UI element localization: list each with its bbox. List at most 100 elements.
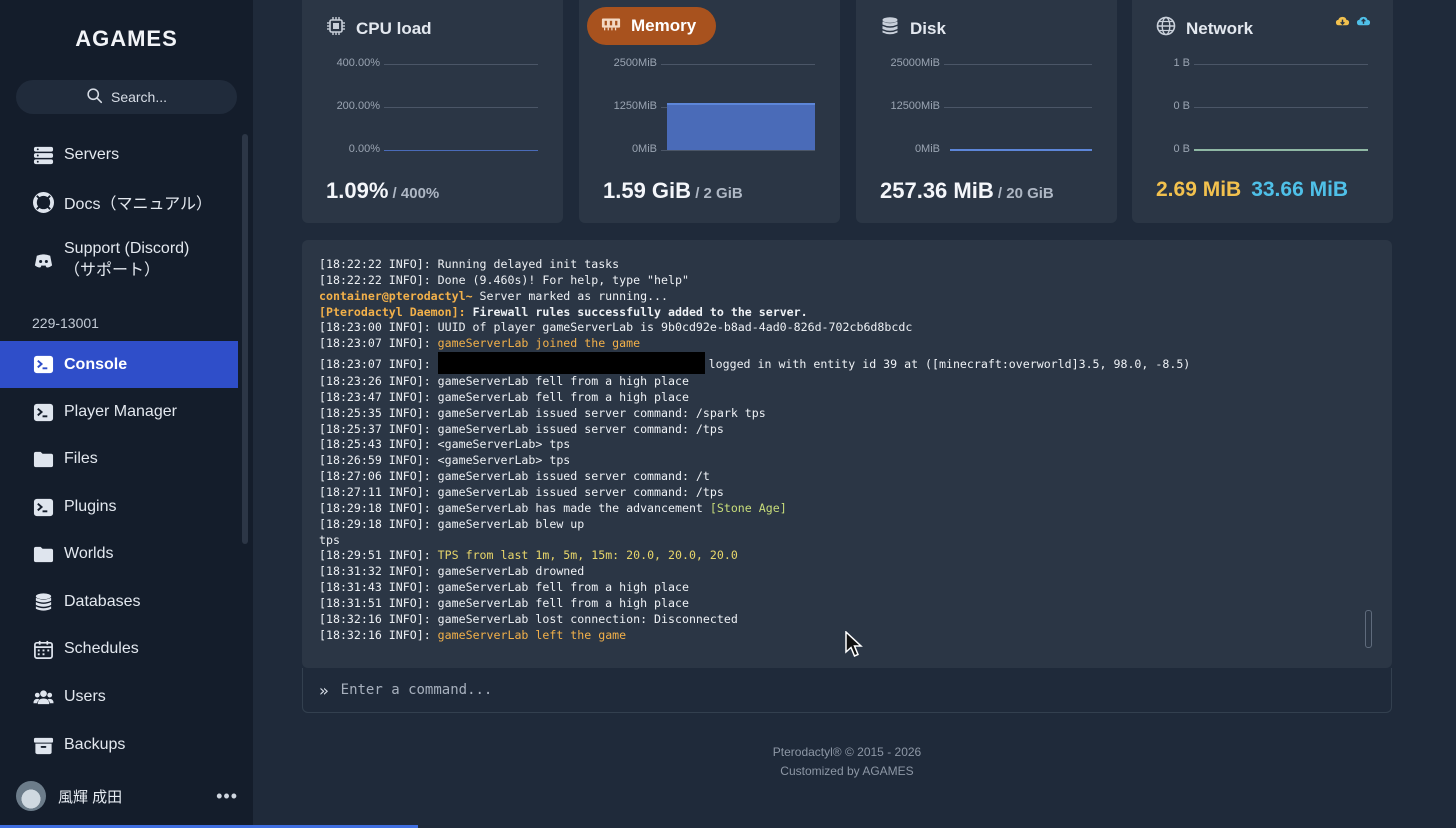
disk-limit: / 20 GiB [993,185,1054,202]
cpu-limit: / 400% [388,185,440,202]
network-card-header: Network [1156,16,1253,41]
sidebar: AGAMES Search... Servers Docs（マニュアル） Sup… [0,0,418,828]
footer-customized: Customized by AGAMES [780,764,914,778]
grid-line [661,150,815,151]
disk-current: 257.36 MiB [880,178,994,203]
tick-label: 0MiB [631,143,657,155]
sidebar-item-console[interactable]: Console [0,341,238,388]
footer-copyright[interactable]: Pterodactyl® © 2015 - 2026 [302,745,1392,759]
cpu-card[interactable]: CPU load 400.00% 200.00% 0.00% 1.09% / 4… [302,0,563,223]
console-line: container@pterodactyl~ Server marked as … [319,289,1352,305]
console-text: gameServerLab joined the game [437,336,641,351]
console-text: [18:25:35 INFO]: gameServerLab issued se… [319,405,766,420]
console-output[interactable]: [18:22:22 INFO]: Running delayed init ta… [302,240,1392,668]
console-line: [18:22:22 INFO]: Done (9.460s)! For help… [319,273,1352,289]
tick-label: 400.00% [336,57,380,69]
chip-icon [326,16,346,41]
usage-line [384,150,538,151]
console-line: [18:32:16 INFO]: gameServerLab lost conn… [319,612,1352,628]
terminal-icon [32,401,54,423]
disk-card[interactable]: Disk 25000MiB 12500MiB 0MiB 257.36 MiB /… [856,0,1117,223]
console-text: gameServerLab left the game [437,627,627,642]
console-text: [18:31:43 INFO]: gameServerLab fell from… [319,580,689,595]
grid-line [384,64,538,65]
sidebar-item-label: Databases [64,593,141,610]
memory-usage-area [667,103,815,150]
console-text: [18:23:07 INFO]: [319,336,438,351]
globe-icon [1156,16,1176,41]
console-line: [18:31:32 INFO]: gameServerLab drowned [319,564,1352,580]
sidebar-item-label: Files [64,450,98,467]
search-label: Search... [110,89,168,105]
console-text: Server marked as running... [472,288,669,303]
network-legend [1335,14,1371,34]
console-text: [18:29:51 INFO]: [319,548,438,563]
command-bar: » [302,668,1392,713]
sidebar-item-files[interactable]: Files [0,447,238,471]
console-line: [18:25:35 INFO]: gameServerLab issued se… [319,406,1352,422]
sidebar-item-users[interactable]: Users [0,685,238,709]
console-line: [18:32:16 INFO]: gameServerLab left the … [319,628,1352,644]
grid-line [1194,64,1368,65]
network-card[interactable]: Network 1 B 0 B 0 B 2.69 MiB 33.66 MiB [1132,0,1393,223]
console-line: [18:27:06 INFO]: gameServerLab issued se… [319,469,1352,485]
user-menu-button[interactable]: ••• [216,786,238,807]
sidebar-item-label: Users [64,688,106,705]
folder-icon [32,448,54,470]
users-icon [32,686,54,708]
console-text: container@pterodactyl~ [319,288,473,303]
console-line: [18:23:26 INFO]: gameServerLab fell from… [319,374,1352,390]
user-profile[interactable]: 風輝 成田 ••• [16,780,238,812]
card-title: Network [1186,18,1254,38]
command-input[interactable] [340,682,1241,698]
sidebar-item-databases[interactable]: Databases [0,590,238,614]
console-text: [18:26:59 INFO]: <gameServerLab> tps [319,453,571,468]
console-line: [18:27:11 INFO]: gameServerLab issued se… [319,485,1352,501]
console-text: [18:31:51 INFO]: gameServerLab fell from… [319,595,689,610]
tick-label: 1 B [1173,57,1190,69]
console-text: [18:27:11 INFO]: gameServerLab issued se… [319,484,724,499]
cpu-card-header: CPU load [326,16,432,41]
tick-label: 2500MiB [613,57,657,69]
search-button[interactable]: Search... [16,80,237,114]
console-text: [18:29:18 INFO]: gameServerLab has made … [319,500,710,515]
console-text: [Stone Age] [709,500,787,515]
discord-icon [32,250,54,272]
database-icon [880,16,900,41]
sidebar-item-worlds[interactable]: Worlds [0,542,238,566]
console-text: [18:25:37 INFO]: gameServerLab issued se… [319,421,724,436]
memory-card-header[interactable]: Memory [587,7,717,45]
memory-card[interactable]: Memory 2500MiB 1250MiB 0MiB 1.59 GiB / 2… [579,0,840,223]
terminal-icon [32,496,54,518]
console-scrollbar[interactable] [1365,610,1372,648]
card-title: CPU load [356,18,432,38]
memory-value: 1.59 GiB / 2 GiB [603,178,743,204]
prompt-chevron-icon: » [319,680,329,700]
network-upload-value: 2.69 MiB [1156,178,1242,201]
console-line: [18:25:43 INFO]: <gameServerLab> tps [319,437,1352,453]
sidebar-scrollbar[interactable] [242,134,248,544]
sidebar-item-schedules[interactable]: Schedules [0,637,238,661]
sidebar-item-docs[interactable]: Docs（マニュアル） [0,190,238,214]
disk-card-header: Disk [880,16,946,41]
cpu-value: 1.09% / 400% [326,178,439,204]
folder-icon [32,543,54,565]
brand-logo[interactable]: AGAMES [0,26,253,52]
sidebar-item-label: Console [64,355,128,373]
console-line: [18:23:07 INFO]: logged in with entity i… [319,352,1352,375]
terminal-icon [32,354,54,376]
console-line: [18:29:18 INFO]: gameServerLab blew up [319,517,1352,533]
console-text: logged in with entity id 39 at ([minecra… [701,357,1191,372]
grid-line [384,107,538,108]
console-line: [Pterodactyl Daemon]: Firewall rules suc… [319,305,1352,321]
console-line: [18:29:18 INFO]: gameServerLab has made … [319,501,1352,517]
sidebar-item-plugins[interactable]: Plugins [0,495,238,519]
sidebar-item-player-manager[interactable]: Player Manager [0,400,238,424]
console-text: [18:32:16 INFO]: [319,627,438,642]
sidebar-item-support[interactable]: Support (Discord) （サポート） [0,238,238,284]
console-text: [18:23:47 INFO]: gameServerLab fell from… [319,389,689,404]
sidebar-item-servers[interactable]: Servers [0,143,238,167]
console-line: [18:29:51 INFO]: TPS from last 1m, 5m, 1… [319,548,1352,564]
sidebar-item-backups[interactable]: Backups [0,733,238,757]
cloud-download-icon [1335,14,1350,34]
